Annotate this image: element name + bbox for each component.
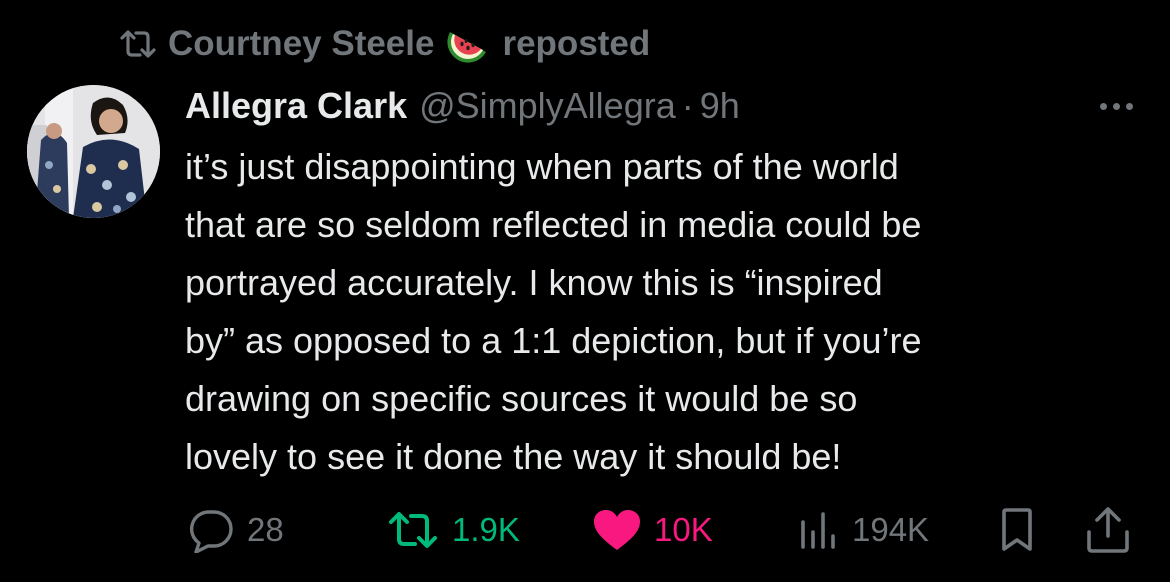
reply-count: 28 bbox=[247, 511, 284, 548]
like-count: 10K bbox=[654, 511, 713, 548]
share-icon bbox=[1083, 506, 1133, 554]
more-options-icon[interactable] bbox=[1092, 96, 1140, 116]
like-button[interactable]: 10K bbox=[592, 502, 713, 558]
watermelon-icon bbox=[444, 24, 492, 64]
tweet-text-line: portrayed accurately. I know this is “in… bbox=[185, 262, 883, 303]
repost-count: 1.9K bbox=[452, 511, 520, 548]
reply-button[interactable]: 28 bbox=[187, 502, 284, 558]
heart-icon bbox=[592, 508, 642, 552]
repost-banner: Courtney Steele reposted bbox=[118, 20, 650, 68]
analytics-icon bbox=[798, 510, 840, 550]
tweet-header: Allegra Clark @SimplyAllegra · 9h bbox=[185, 80, 740, 132]
views-button[interactable]: 194K bbox=[798, 502, 929, 558]
tweet-text-line: by” as opposed to a 1:1 depiction, but i… bbox=[185, 320, 922, 361]
repost-icon bbox=[386, 510, 440, 550]
views-count: 194K bbox=[852, 511, 930, 548]
bookmark-icon bbox=[1000, 507, 1034, 553]
reposter-name[interactable]: Courtney Steele bbox=[168, 24, 434, 64]
action-bar: 28 1.9K 10K 194K bbox=[0, 502, 1170, 558]
separator-dot: · bbox=[681, 85, 694, 126]
tweet-text: it’s just disappointing when parts of th… bbox=[185, 138, 1145, 486]
author-name[interactable]: Allegra Clark bbox=[185, 85, 407, 127]
repost-suffix: reposted bbox=[502, 24, 651, 63]
bookmark-button[interactable] bbox=[1000, 502, 1034, 558]
timestamp[interactable]: 9h bbox=[700, 85, 740, 127]
reply-icon bbox=[187, 507, 235, 553]
repost-icon bbox=[118, 29, 158, 59]
avatar[interactable] bbox=[27, 85, 160, 218]
tweet-text-line: lovely to see it done the way it should … bbox=[185, 436, 842, 477]
tweet-text-line: that are so seldom reflected in media co… bbox=[185, 204, 922, 245]
author-handle[interactable]: @SimplyAllegra bbox=[419, 85, 676, 127]
tweet-text-line: it’s just disappointing when parts of th… bbox=[185, 146, 899, 187]
tweet-text-line: drawing on specific sources it would be … bbox=[185, 378, 858, 419]
repost-button[interactable]: 1.9K bbox=[386, 502, 520, 558]
share-button[interactable] bbox=[1083, 502, 1133, 558]
